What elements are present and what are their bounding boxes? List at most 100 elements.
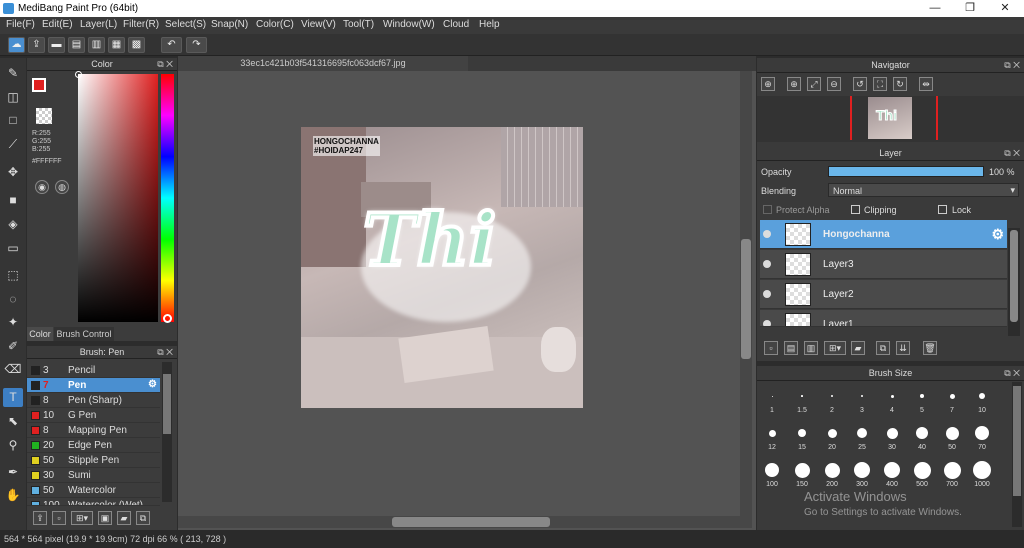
menu-cloud[interactable]: Cloud: [443, 19, 469, 30]
brush-size-dot[interactable]: [945, 426, 959, 440]
brush-size-dot[interactable]: [854, 462, 870, 478]
layer-row[interactable]: Layer3: [760, 250, 1007, 279]
brush-size-dot[interactable]: [890, 394, 894, 398]
message-icon[interactable]: ▤: [68, 37, 85, 53]
panel-float-close-icon[interactable]: ⧉ ✕: [1004, 58, 1020, 72]
gear-icon[interactable]: ⚙: [991, 226, 1004, 243]
brush-size-dot[interactable]: [831, 395, 833, 397]
brush-item[interactable]: 20 Edge Pen: [27, 438, 160, 453]
brush-item[interactable]: 8 Mapping Pen: [27, 423, 160, 438]
layer-folder-icon[interactable]: ▰: [851, 341, 865, 355]
brush-size-dot[interactable]: [913, 461, 931, 479]
cloud-icon[interactable]: ☁: [8, 37, 25, 53]
hand-tool-icon[interactable]: ✋: [3, 486, 23, 505]
brush-size-scrollbar[interactable]: [1012, 382, 1022, 527]
brush-size-dot[interactable]: [916, 427, 928, 439]
rotate-left-icon[interactable]: ↺: [853, 77, 867, 91]
document-canvas[interactable]: HONGOCHANNA #HOIDAP247 Thi: [301, 127, 583, 408]
visibility-eye-icon[interactable]: [763, 260, 771, 268]
lock-checkbox[interactable]: [938, 205, 947, 214]
menu-select[interactable]: Select(S): [165, 19, 206, 30]
lasso-tool-icon[interactable]: ◌: [3, 290, 23, 309]
brush-size-dot[interactable]: [975, 426, 989, 440]
add-layer-menu-icon[interactable]: ⊞▾: [824, 341, 846, 355]
brush-size-dot[interactable]: [768, 429, 776, 437]
bucket-tool-icon[interactable]: ◈: [3, 215, 23, 234]
protect-alpha-checkbox[interactable]: [763, 205, 772, 214]
menu-view[interactable]: View(V): [301, 19, 336, 30]
tab-brush-control[interactable]: Brush Control: [54, 327, 114, 341]
gradient-tool-icon[interactable]: ▭: [3, 239, 23, 258]
menu-help[interactable]: Help: [479, 19, 500, 30]
brush-copy-icon[interactable]: ▣: [98, 511, 112, 525]
panel-float-close-icon[interactable]: ⧉ ✕: [1004, 366, 1020, 380]
brush-size-dot[interactable]: [794, 462, 810, 478]
brush-size-dot[interactable]: [973, 461, 991, 479]
brush-list-scroll-thumb[interactable]: [163, 374, 171, 434]
brush-cloud-icon[interactable]: ⇪: [33, 511, 47, 525]
new-layer-1bit-icon[interactable]: ▥: [804, 341, 818, 355]
layer-row[interactable]: Layer2: [760, 280, 1007, 309]
brush-add-icon[interactable]: ⊞▾: [71, 511, 93, 525]
move-tool-icon[interactable]: ✥: [3, 163, 23, 182]
visibility-eye-icon[interactable]: [763, 290, 771, 298]
brush-size-scroll-thumb[interactable]: [1013, 386, 1021, 496]
document-tab[interactable]: 33ec1c421b03f541316695fc063dcf67.jpg: [178, 56, 468, 71]
hue-slider-handle[interactable]: [163, 314, 172, 323]
menu-layer[interactable]: Layer(L): [80, 19, 117, 30]
line-tool-icon[interactable]: ⟋: [3, 135, 23, 154]
hue-slider[interactable]: [161, 74, 174, 322]
redo-icon[interactable]: ↷: [186, 37, 207, 53]
upload-icon[interactable]: ⇪: [28, 37, 45, 53]
brush-item[interactable]: 10 G Pen: [27, 408, 160, 423]
undo-icon[interactable]: ↶: [161, 37, 182, 53]
color-picker-cursor[interactable]: [75, 71, 82, 78]
opacity-slider[interactable]: [828, 166, 984, 177]
brush-item[interactable]: 3 Pencil: [27, 363, 160, 378]
brush-size-dot[interactable]: [884, 462, 900, 478]
visibility-eye-icon[interactable]: [763, 230, 771, 238]
menu-edit[interactable]: Edit(E): [42, 19, 73, 30]
zoom-out-icon[interactable]: ⊖: [827, 77, 841, 91]
brush-size-dot[interactable]: [860, 394, 864, 398]
brush-list-scrollbar[interactable]: [162, 362, 172, 502]
menu-window[interactable]: Window(W): [383, 19, 435, 30]
flip-icon[interactable]: ⇹: [919, 77, 933, 91]
brush-size-dot[interactable]: [824, 462, 840, 478]
clipping-checkbox[interactable]: [851, 205, 860, 214]
select-pen-tool-icon[interactable]: ✐: [3, 337, 23, 356]
brush-size-dot[interactable]: [857, 428, 867, 438]
brush-size-dot[interactable]: [979, 393, 985, 399]
visibility-eye-icon[interactable]: [763, 320, 771, 326]
maximize-button[interactable]: ❐: [953, 0, 987, 17]
grid-icon[interactable]: ▩: [128, 37, 145, 53]
menu-color[interactable]: Color(C): [256, 19, 294, 30]
rectangle-tool-icon[interactable]: □: [3, 111, 23, 130]
brush-size-dot[interactable]: [886, 427, 898, 439]
zoom-in-plus-icon[interactable]: ⊕: [787, 77, 801, 91]
menu-snap[interactable]: Snap(N): [211, 19, 248, 30]
comment-icon[interactable]: ▬: [48, 37, 65, 53]
transparent-color-swatch[interactable]: [36, 108, 52, 124]
brush-new-icon[interactable]: ▫: [52, 511, 66, 525]
brush-size-dot[interactable]: [801, 395, 803, 397]
panel-float-close-icon[interactable]: ⧉ ✕: [1004, 146, 1020, 160]
merge-layer-icon[interactable]: ⇊: [896, 341, 910, 355]
minimize-button[interactable]: —: [918, 0, 952, 17]
brush-size-dot[interactable]: [949, 393, 955, 399]
delete-layer-icon[interactable]: 🗑: [923, 341, 937, 355]
gear-icon[interactable]: ⚙: [148, 379, 157, 390]
new-layer-8bit-icon[interactable]: ▤: [784, 341, 798, 355]
new-layer-icon[interactable]: ▫: [764, 341, 778, 355]
canvas-horizontal-scrollbar[interactable]: [178, 516, 752, 528]
layer-list-scrollbar[interactable]: [1008, 228, 1020, 336]
brush-size-dot[interactable]: [771, 395, 773, 397]
document-icon[interactable]: ▥: [88, 37, 105, 53]
dropper-tool-icon[interactable]: ✒: [3, 463, 23, 482]
magic-wand-tool-icon[interactable]: ✦: [3, 313, 23, 332]
fit-icon[interactable]: ⤢: [807, 77, 821, 91]
canvas-horizontal-scroll-thumb[interactable]: [392, 517, 550, 527]
menu-tool[interactable]: Tool(T): [343, 19, 374, 30]
brush-item[interactable]: 8 Pen (Sharp): [27, 393, 160, 408]
zoom-in-icon[interactable]: ⊕: [761, 77, 775, 91]
